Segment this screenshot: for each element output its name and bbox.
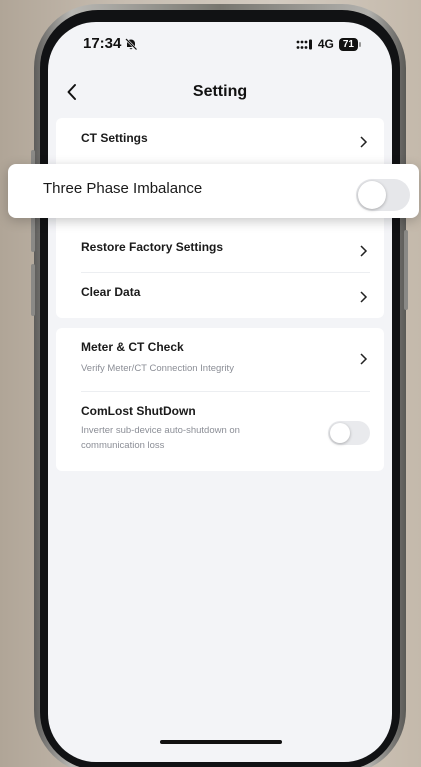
status-bar: 17:34 4G 71 [48,22,392,66]
chevron-right-icon [360,353,368,365]
toggle-knob [330,423,350,443]
nav-bar: Setting [48,77,392,109]
status-time: 17:34 [83,35,138,52]
comlost-shutdown-subtitle: Inverter sub-device auto-shutdown on com… [81,425,240,451]
ct-settings-label: CT Settings [81,131,148,145]
three-phase-imbalance-toggle[interactable] [356,179,410,211]
status-indicators: 4G 71 [296,37,362,51]
meter-ct-check-title: Meter & CT Check [81,340,184,354]
toggle-knob [358,181,386,209]
status-time-text: 17:34 [83,35,122,52]
meter-ct-check-text: Meter & CT Check Verify Meter/CT Connect… [81,340,234,376]
clear-data-row[interactable]: Clear Data [56,273,384,318]
battery-level: 71 [342,38,354,50]
chevron-right-icon [360,245,368,257]
three-phase-imbalance-label: Three Phase Imbalance [43,180,203,197]
page-title: Setting [192,83,248,100]
ct-settings-row[interactable]: CT Settings [56,118,384,158]
home-indicator[interactable] [160,740,282,744]
volume-down-button [31,264,35,316]
settings-group-2: Meter & CT Check Verify Meter/CT Connect… [56,328,384,471]
restore-factory-label: Restore Factory Settings [81,240,224,254]
restore-factory-row[interactable]: Restore Factory Settings [56,228,384,272]
chevron-right-icon [360,136,368,148]
comlost-shutdown-toggle[interactable] [328,421,370,445]
power-button [404,230,408,310]
meter-ct-check-subtitle: Verify Meter/CT Connection Integrity [81,363,234,374]
bell-slash-icon [125,37,138,50]
comlost-shutdown-text: ComLost ShutDown Inverter sub-device aut… [81,404,291,453]
chevron-right-icon [360,291,368,303]
three-phase-imbalance-row: Three Phase Imbalance [8,164,419,218]
settings-group-1: CT Settings Restore Factory Settings Cle… [56,118,384,318]
network-type: 4G [317,37,334,51]
comlost-shutdown-title: ComLost ShutDown [81,404,196,418]
battery-icon: 71 [338,37,362,51]
clear-data-label: Clear Data [81,285,141,299]
comlost-shutdown-row: ComLost ShutDown Inverter sub-device aut… [56,392,384,471]
signal-icon [296,39,312,49]
meter-ct-check-row[interactable]: Meter & CT Check Verify Meter/CT Connect… [56,328,384,391]
app-screen: 17:34 4G 71 Setting CT Settings Restore … [48,22,392,762]
